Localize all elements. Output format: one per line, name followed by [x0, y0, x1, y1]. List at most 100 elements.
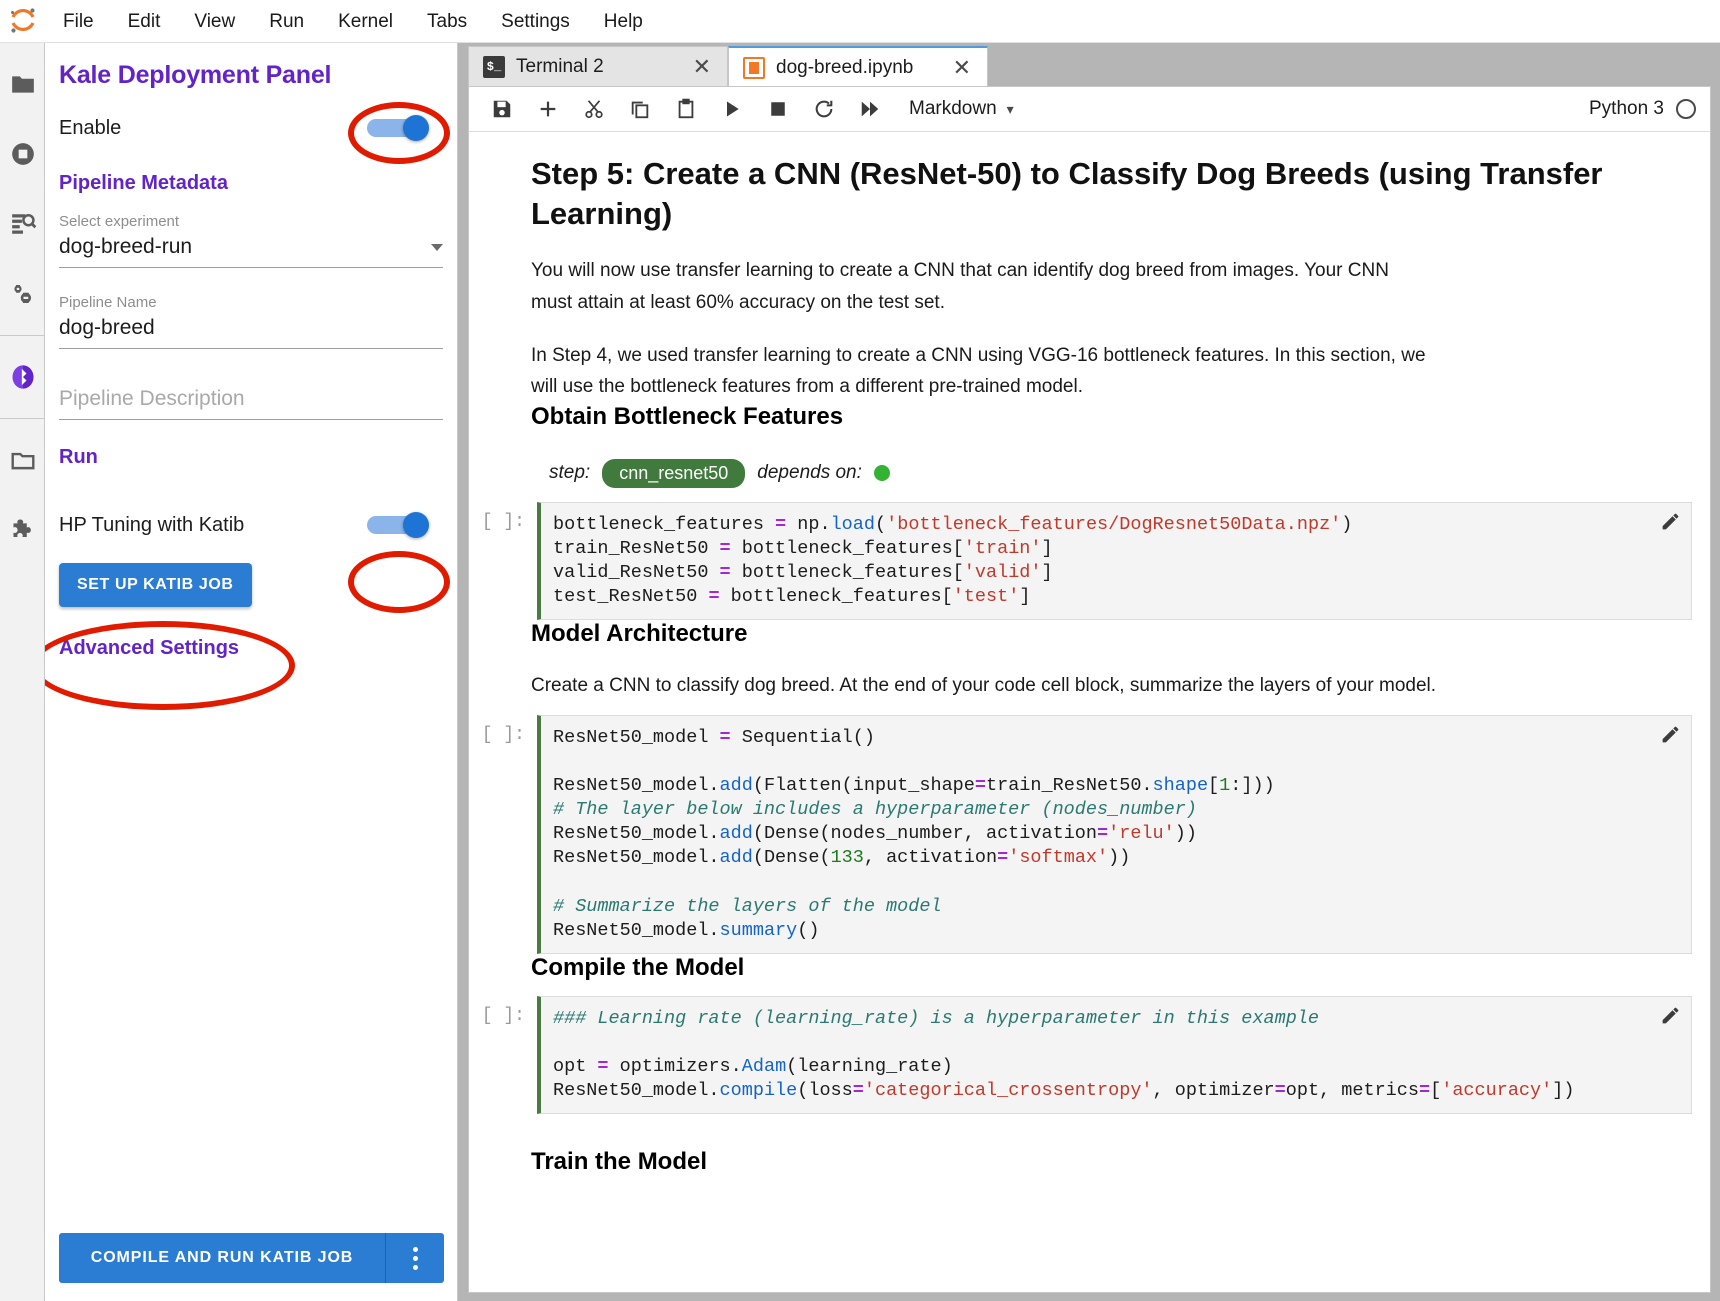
- heading-model-architecture: Model Architecture: [531, 619, 748, 647]
- notebook-icon: [743, 56, 765, 79]
- enable-row: Enable: [59, 90, 443, 166]
- advanced-settings-heading[interactable]: Advanced Settings: [59, 637, 443, 660]
- chevron-down-icon: ▾: [1006, 100, 1014, 117]
- notebook-panel: Markdown ▾ Python 3 Step 5: Create a CNN…: [468, 86, 1711, 1293]
- kebab-dot: [412, 1246, 418, 1252]
- pipeline-name-input[interactable]: dog-breed: [59, 316, 443, 349]
- step-name-chip[interactable]: cnn_resnet50: [602, 458, 746, 488]
- save-icon[interactable]: [483, 92, 521, 126]
- running-terminals-icon[interactable]: [0, 119, 45, 189]
- step-label: step:: [549, 462, 591, 484]
- code-content: bottleneck_features = np.load('bottlenec…: [553, 513, 1353, 607]
- file-browser-icon[interactable]: [0, 49, 45, 119]
- tab-terminal-2[interactable]: $_ Terminal 2 ✕: [468, 46, 728, 87]
- kale-deployment-panel: Kale Deployment Panel Enable Pipeline Me…: [45, 43, 458, 1301]
- menu-file[interactable]: File: [46, 0, 111, 43]
- paste-icon[interactable]: [667, 92, 705, 126]
- restart-icon[interactable]: [805, 92, 843, 126]
- cell-input-area[interactable]: ### Learning rate (learning_rate) is a h…: [537, 995, 1692, 1114]
- activity-bar-group-bottom: [0, 419, 44, 571]
- tab-dog-breed-notebook-label: dog-breed.ipynb: [776, 56, 914, 78]
- stop-icon[interactable]: [759, 92, 797, 126]
- run-icon[interactable]: [713, 92, 751, 126]
- cell-type-select[interactable]: Markdown ▾: [909, 98, 1014, 120]
- notebook-title: Step 5: Create a CNN (ResNet-50) to Clas…: [531, 156, 1603, 231]
- copy-icon[interactable]: [621, 92, 659, 126]
- select-experiment-field[interactable]: Select experiment dog-breed-run: [59, 213, 443, 268]
- setup-katib-job-button[interactable]: SET UP KATIB JOB: [59, 563, 252, 607]
- menu-run[interactable]: Run: [252, 0, 321, 43]
- katib-label: HP Tuning with Katib: [59, 513, 245, 536]
- restart-run-all-icon[interactable]: [851, 92, 889, 126]
- insert-cell-icon[interactable]: [529, 92, 567, 126]
- markdown-cell-intro[interactable]: Step 5: Create a CNN (ResNet-50) to Clas…: [531, 154, 1692, 403]
- open-tabs-icon[interactable]: [0, 425, 45, 495]
- heading-obtain-bottleneck-features: Obtain Bottleneck Features: [531, 402, 844, 430]
- code-content: ### Learning rate (learning_rate) is a h…: [553, 1007, 1575, 1101]
- select-experiment-label: Select experiment: [59, 213, 180, 230]
- command-palette-icon[interactable]: [0, 189, 45, 259]
- tab-bar: $_ Terminal 2 ✕ dog-breed.ipynb ✕: [468, 43, 1720, 87]
- kernel-name: Python 3: [1589, 98, 1664, 119]
- intro-paragraph-1: You will now use transfer learning to cr…: [531, 260, 1389, 313]
- main-dock-area: $_ Terminal 2 ✕ dog-breed.ipynb ✕ Markdo…: [459, 43, 1720, 1301]
- code-cell-compile[interactable]: [ ]: ### Learning rate (learning_rate) i…: [482, 995, 1692, 1114]
- heading-train-the-model: Train the Model: [531, 1147, 708, 1175]
- menu-view[interactable]: View: [177, 0, 252, 43]
- kale-icon[interactable]: [0, 342, 45, 412]
- pipeline-name-label: Pipeline Name: [59, 294, 157, 311]
- kernel-idle-indicator-icon: [1676, 99, 1696, 119]
- code-content: ResNet50_model = Sequential() ResNet50_m…: [553, 727, 1275, 941]
- code-cell-bottleneck[interactable]: [ ]: bottleneck_features = np.load('bott…: [482, 501, 1692, 620]
- cell-input-area[interactable]: bottleneck_features = np.load('bottlenec…: [537, 501, 1692, 620]
- menu-tabs[interactable]: Tabs: [410, 0, 484, 43]
- intro-paragraph-2: In Step 4, we used transfer learning to …: [531, 345, 1426, 398]
- menu-help[interactable]: Help: [587, 0, 660, 43]
- select-experiment-value: dog-breed-run: [59, 235, 193, 258]
- enable-toggle-knob: [403, 115, 429, 141]
- cell-input-area[interactable]: ResNet50_model = Sequential() ResNet50_m…: [537, 715, 1692, 954]
- katib-row: HP Tuning with Katib: [59, 487, 443, 563]
- edit-pencil-icon[interactable]: [1660, 1005, 1681, 1031]
- kernel-status-area[interactable]: Python 3: [1589, 98, 1696, 120]
- pipeline-description-input[interactable]: Pipeline Description: [59, 375, 443, 420]
- activity-bar-group-top: [0, 43, 44, 336]
- cell-prompt: [ ]:: [481, 725, 525, 746]
- menu-kernel[interactable]: Kernel: [321, 0, 410, 43]
- enable-label: Enable: [59, 116, 122, 139]
- enable-toggle[interactable]: [367, 115, 429, 141]
- property-inspector-icon[interactable]: [0, 259, 45, 329]
- architecture-paragraph: Create a CNN to classify dog breed. At t…: [531, 674, 1437, 696]
- kale-panel-body: Enable Pipeline Metadata Select experime…: [45, 90, 457, 660]
- extension-manager-icon[interactable]: [0, 495, 45, 565]
- tab-terminal-2-close-icon[interactable]: ✕: [693, 56, 711, 78]
- kebab-dot: [412, 1264, 418, 1270]
- katib-toggle[interactable]: [367, 512, 429, 538]
- edit-pencil-icon[interactable]: [1660, 511, 1681, 537]
- tab-dog-breed-notebook-close-icon[interactable]: ✕: [953, 56, 971, 79]
- depends-on-dot-icon: [873, 465, 890, 482]
- tab-dog-breed-notebook[interactable]: dog-breed.ipynb ✕: [728, 46, 988, 87]
- terminal-icon: $_: [483, 56, 505, 78]
- katib-toggle-knob: [403, 512, 429, 538]
- menu-edit[interactable]: Edit: [111, 0, 178, 43]
- activity-bar: [0, 43, 45, 1301]
- heading-compile-the-model: Compile the Model: [531, 953, 745, 981]
- cut-icon[interactable]: [575, 92, 613, 126]
- menu-settings[interactable]: Settings: [484, 0, 587, 43]
- pipeline-description-field[interactable]: Pipeline Description: [59, 375, 443, 420]
- tab-terminal-2-label: Terminal 2: [516, 56, 604, 77]
- pipeline-metadata-heading: Pipeline Metadata: [59, 172, 228, 194]
- activity-bar-group-kale: [0, 336, 44, 419]
- edit-pencil-icon[interactable]: [1660, 724, 1681, 750]
- code-cell-architecture[interactable]: [ ]: ResNet50_model = Sequential() ResNe…: [482, 715, 1692, 954]
- chevron-down-icon[interactable]: [431, 243, 443, 251]
- pipeline-name-field[interactable]: Pipeline Name dog-breed: [59, 294, 443, 349]
- menu-bar: File Edit View Run Kernel Tabs Settings …: [0, 0, 1720, 43]
- select-experiment-value-row: dog-breed-run: [59, 235, 443, 268]
- compile-and-run-katib-job-button[interactable]: COMPILE AND RUN KATIB JOB: [59, 1233, 386, 1283]
- panel-title: Kale Deployment Panel: [59, 61, 332, 89]
- cell-prompt: [ ]:: [481, 511, 525, 532]
- notebook-cells: Step 5: Create a CNN (ResNet-50) to Clas…: [469, 132, 1710, 1292]
- more-options-icon[interactable]: [386, 1233, 444, 1283]
